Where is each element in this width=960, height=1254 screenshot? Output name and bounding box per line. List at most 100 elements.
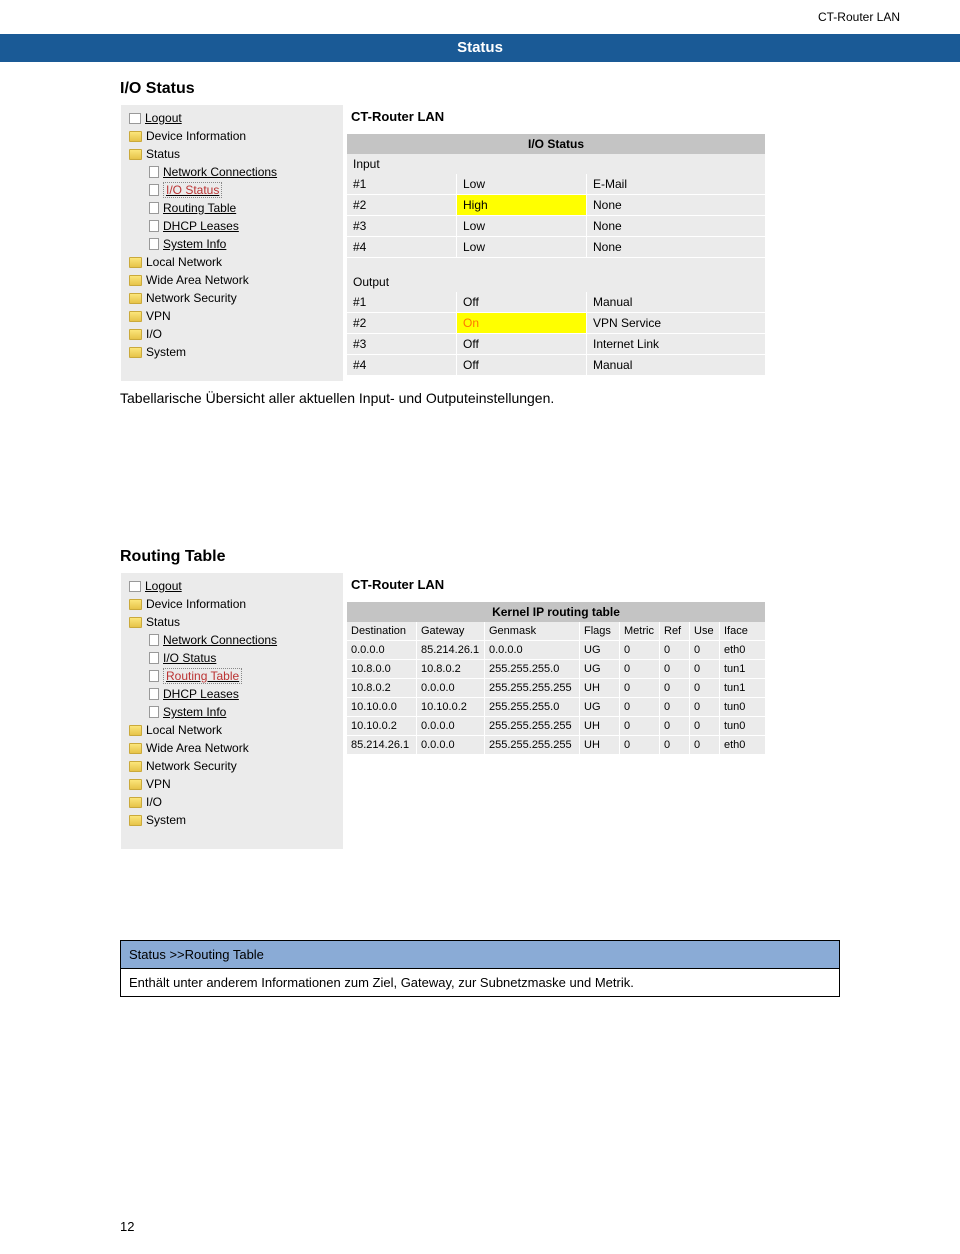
nav-link[interactable]: Network Connections	[163, 164, 277, 180]
folder-icon	[129, 743, 142, 754]
cell-id: #1	[347, 174, 457, 194]
cell: UH	[580, 717, 620, 735]
nav-item: System	[129, 811, 335, 829]
cell: 10.8.0.2	[347, 679, 417, 697]
nav-link[interactable]: Routing Table	[163, 668, 242, 684]
page-header: CT-Router LAN	[818, 10, 900, 24]
nav-item[interactable]: I/O Status	[129, 649, 335, 667]
col-header: Iface	[720, 622, 765, 640]
cell-value: High	[457, 195, 587, 215]
cell-mode: Manual	[587, 292, 765, 312]
cell: 0	[690, 660, 720, 678]
document-icon	[149, 220, 159, 232]
cell: 0.0.0.0	[347, 641, 417, 659]
content-title: CT-Router LAN	[347, 575, 839, 594]
nav-link[interactable]: Logout	[145, 110, 182, 126]
cell-mode: None	[587, 237, 765, 257]
col-header: Ref	[660, 622, 690, 640]
nav-label: System	[146, 812, 186, 828]
cell: tun0	[720, 717, 765, 735]
nav-link[interactable]: Routing Table	[163, 200, 236, 216]
cell-value: On	[457, 313, 587, 333]
cell: 10.8.0.2	[417, 660, 485, 678]
nav-item[interactable]: I/O Status	[129, 181, 335, 199]
cell: 255.255.255.255	[485, 736, 580, 754]
cell: tun1	[720, 660, 765, 678]
cell: UG	[580, 698, 620, 716]
nav-tree: LogoutDevice InformationStatusNetwork Co…	[121, 105, 343, 381]
cell: 0	[620, 679, 660, 697]
folder-icon	[129, 725, 142, 736]
document-icon	[149, 202, 159, 214]
cell: 0	[690, 736, 720, 754]
col-header: Flags	[580, 622, 620, 640]
nav-item[interactable]: Logout	[129, 577, 335, 595]
cell-mode: E-Mail	[587, 174, 765, 194]
table-row: #3OffInternet Link	[347, 334, 765, 355]
table-row: 10.8.0.010.8.0.2255.255.255.0UG000tun1	[347, 660, 765, 679]
cell: 0.0.0.0	[485, 641, 580, 659]
cell: 0	[660, 736, 690, 754]
cell: 255.255.255.0	[485, 660, 580, 678]
panel-header: I/O Status	[347, 134, 765, 154]
section-heading: I/O Status	[120, 80, 840, 98]
nav-link[interactable]: Logout	[145, 578, 182, 594]
nav-item: VPN	[129, 775, 335, 793]
col-header: Genmask	[485, 622, 580, 640]
cell-mode: Manual	[587, 355, 765, 375]
cell: 0	[690, 717, 720, 735]
col-header: Gateway	[417, 622, 485, 640]
nav-item: Device Information	[129, 595, 335, 613]
nav-item: Network Security	[129, 289, 335, 307]
folder-icon	[129, 815, 142, 826]
cell-id: #4	[347, 355, 457, 375]
folder-icon	[129, 149, 142, 160]
nav-link[interactable]: DHCP Leases	[163, 686, 239, 702]
cell-mode: None	[587, 216, 765, 236]
nav-item[interactable]: Network Connections	[129, 631, 335, 649]
page-number: 12	[120, 1219, 134, 1234]
nav-label: Local Network	[146, 254, 222, 270]
info-table-header: Status >>Routing Table	[121, 941, 840, 969]
nav-label: Device Information	[146, 128, 246, 144]
nav-link[interactable]: DHCP Leases	[163, 218, 239, 234]
col-header: Destination	[347, 622, 417, 640]
cell: 10.10.0.2	[347, 717, 417, 735]
nav-item[interactable]: System Info	[129, 235, 335, 253]
nav-item[interactable]: DHCP Leases	[129, 685, 335, 703]
nav-item[interactable]: Routing Table	[129, 199, 335, 217]
table-row: 10.10.0.20.0.0.0255.255.255.255UH000tun0	[347, 717, 765, 736]
nav-item: Wide Area Network	[129, 271, 335, 289]
nav-item: Status	[129, 613, 335, 631]
nav-item: Wide Area Network	[129, 739, 335, 757]
nav-label: Local Network	[146, 722, 222, 738]
nav-item[interactable]: Logout	[129, 109, 335, 127]
nav-link[interactable]: Network Connections	[163, 632, 277, 648]
nav-item[interactable]: Routing Table	[129, 667, 335, 685]
cell: 0	[690, 679, 720, 697]
cell: 10.10.0.2	[417, 698, 485, 716]
table-row: 10.8.0.20.0.0.0255.255.255.255UH000tun1	[347, 679, 765, 698]
info-table-body: Enthält unter anderem Informationen zum …	[121, 969, 840, 997]
page-banner: Status	[0, 34, 960, 62]
cell: 0	[660, 660, 690, 678]
nav-item: System	[129, 343, 335, 361]
nav-item[interactable]: DHCP Leases	[129, 217, 335, 235]
nav-link[interactable]: I/O Status	[163, 182, 222, 198]
cell-id: #4	[347, 237, 457, 257]
nav-item[interactable]: Network Connections	[129, 163, 335, 181]
nav-item[interactable]: System Info	[129, 703, 335, 721]
cell-mode: None	[587, 195, 765, 215]
nav-link[interactable]: System Info	[163, 704, 226, 720]
cell: 0	[660, 641, 690, 659]
document-icon	[149, 166, 159, 178]
content-title: CT-Router LAN	[347, 107, 839, 126]
nav-label: Network Security	[146, 290, 237, 306]
nav-link[interactable]: I/O Status	[163, 650, 216, 666]
cell: 0.0.0.0	[417, 717, 485, 735]
cell: eth0	[720, 736, 765, 754]
panel-header: Kernel IP routing table	[347, 602, 765, 622]
table-row: #1LowE-Mail	[347, 174, 765, 195]
nav-link[interactable]: System Info	[163, 236, 226, 252]
cell: 255.255.255.0	[485, 698, 580, 716]
